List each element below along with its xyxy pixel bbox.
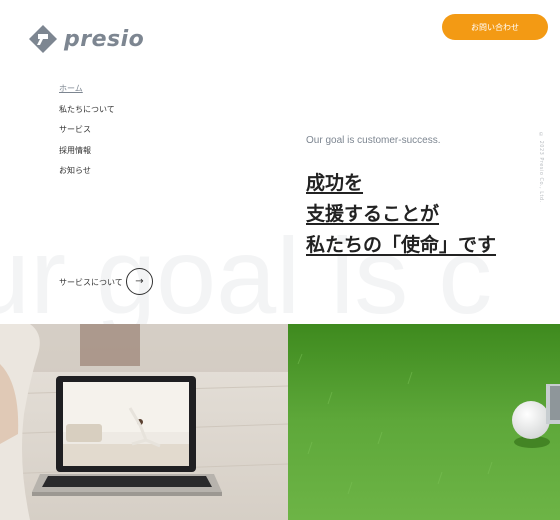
goal-text: Our goal is customer-success. [306, 135, 441, 146]
hero-headline: 成功を 支援することが 私たちの「使命」です [306, 170, 496, 263]
laptop-yoga-photo [0, 324, 288, 520]
headline-line-2: 支援することが [306, 203, 440, 225]
headline-line-3: 私たちの「使命」です [306, 234, 497, 256]
copyright-text: © 2023 Presio Co., Ltd. [538, 132, 544, 203]
logo-text: presio [64, 26, 145, 52]
nav-item-services[interactable]: サービス [59, 125, 115, 146]
logo[interactable]: presio [28, 24, 144, 54]
contact-button[interactable]: お問い合わせ [442, 14, 548, 40]
nav-item-home[interactable]: ホーム [59, 84, 115, 105]
nav-item-about[interactable]: 私たちについて [59, 105, 115, 126]
logo-mark-icon [29, 25, 57, 53]
services-link-button[interactable]: → [126, 268, 153, 295]
services-link-label[interactable]: サービスについて [59, 277, 123, 288]
nav-item-news[interactable]: お知らせ [59, 166, 115, 187]
arrow-right-icon: → [135, 275, 144, 287]
main-nav: ホーム 私たちについて サービス 採用情報 お知らせ [59, 84, 115, 187]
golf-ball-photo [288, 324, 560, 520]
headline-line-1: 成功を [306, 172, 364, 194]
nav-item-recruit[interactable]: 採用情報 [59, 146, 115, 167]
